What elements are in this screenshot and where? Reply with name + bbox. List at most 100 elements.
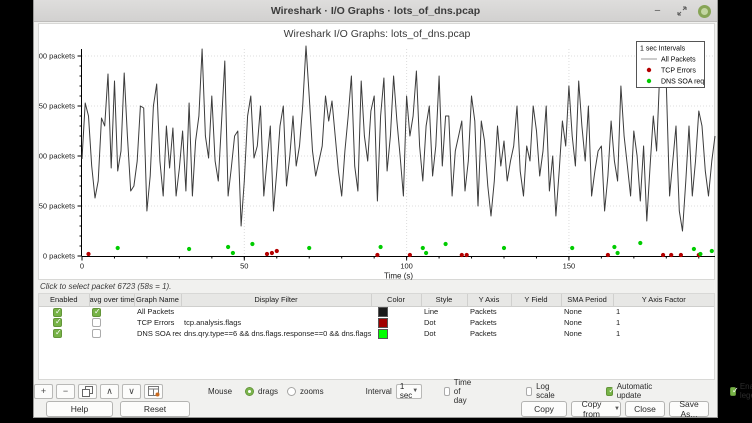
copy-button[interactable]: Copy (521, 401, 567, 417)
column-header-avg-over-time: avg over time (89, 294, 134, 306)
dialog-button-row: Help Reset Copy Copy from▼ Close Save As… (34, 400, 717, 418)
color-cell[interactable] (371, 306, 421, 317)
svg-text:50: 50 (240, 262, 248, 271)
interval-select[interactable]: 1 sec ▼ (396, 384, 422, 399)
interval-label: Interval (366, 387, 392, 396)
graph-name-cell[interactable]: DNS SOA req (134, 328, 181, 339)
series-all-packets (82, 46, 715, 231)
series-tcp-errors (86, 249, 701, 257)
y-axis-factor-cell[interactable]: 1 (613, 306, 714, 317)
y-axis-factor-cell[interactable]: 1 (613, 328, 714, 339)
avg-over-time-cell[interactable] (89, 317, 134, 328)
y-axis-cell[interactable]: Packets (467, 317, 511, 328)
color-cell[interactable] (371, 317, 421, 328)
chevron-down-icon: ▼ (412, 388, 418, 394)
color-swatch[interactable] (378, 318, 388, 328)
mouse-radio-drags[interactable]: drags (245, 387, 278, 396)
svg-text:100: 100 (400, 262, 413, 271)
add-graph-button[interactable]: + (34, 384, 53, 399)
mouse-options: drags zooms (236, 387, 324, 396)
mouse-radio-zooms[interactable]: zooms (287, 387, 324, 396)
enabled-cell[interactable] (39, 328, 89, 339)
window-title: Wireshark · I/O Graphs · lots_of_dns.pca… (271, 5, 480, 17)
avg-over-time-checkbox[interactable] (92, 329, 101, 338)
graph-row[interactable]: DNS SOA reqdns.qry.type==6 && dns.flags.… (39, 328, 714, 339)
svg-text:0 packets: 0 packets (43, 252, 75, 261)
checkbox-log-scale[interactable]: Log scale (526, 382, 558, 400)
svg-text:200 packets: 200 packets (39, 52, 75, 61)
column-header-color: Color (371, 294, 421, 306)
maximize-icon[interactable] (674, 4, 689, 19)
enabled-checkbox[interactable] (53, 308, 62, 317)
reset-button[interactable]: Reset (120, 401, 190, 417)
avg-over-time-cell[interactable] (89, 328, 134, 339)
avg-over-time-checkbox[interactable] (92, 318, 101, 327)
y-field-cell[interactable] (511, 306, 561, 317)
enabled-cell[interactable] (39, 306, 89, 317)
series-dns-soa-req (116, 241, 714, 256)
enabled-checkbox[interactable] (53, 329, 62, 338)
graph-name-cell[interactable]: TCP Errors (134, 317, 181, 328)
graph-row[interactable]: TCP Errorstcp.analysis.flags DotPackets No… (39, 317, 714, 328)
close-button[interactable]: Close (625, 401, 665, 417)
enabled-cell[interactable] (39, 317, 89, 328)
title-bar[interactable]: Wireshark · I/O Graphs · lots_of_dns.pca… (34, 0, 717, 22)
column-header-style: Style (421, 294, 467, 306)
mouse-label: Mouse (208, 387, 232, 396)
legend-title: 1 sec Intervals (640, 46, 686, 53)
graphs-table: Enabledavg over timeGraph NameDisplay Fi… (38, 293, 715, 380)
style-cell[interactable]: Dot (421, 328, 467, 339)
sma-period-cell[interactable]: None (561, 328, 613, 339)
display-filter-cell[interactable]: tcp.analysis.flags (181, 317, 371, 328)
svg-text:100 packets: 100 packets (39, 152, 75, 161)
color-swatch[interactable] (378, 307, 388, 317)
sma-period-cell[interactable]: None (561, 317, 613, 328)
display-filter-cell[interactable]: dns.qry.type==6 && dns.flags.response==0… (181, 328, 371, 339)
graph-row[interactable]: All Packets LinePackets None1 (39, 306, 714, 317)
column-header-sma-period: SMA Period (561, 294, 613, 306)
move-down-button[interactable]: ∨ (122, 384, 141, 399)
checkbox-enable-legend[interactable]: Enable legend (730, 382, 752, 400)
plot-hint-text: Click to select packet 6723 (58s = 1). (40, 282, 171, 291)
checkbox-automatic-update[interactable]: Automatic update (606, 382, 655, 400)
svg-text:All Packets: All Packets (661, 57, 696, 64)
svg-text:50 packets: 50 packets (39, 202, 75, 211)
color-swatch[interactable] (378, 329, 388, 339)
display-filter-cell[interactable] (181, 306, 371, 317)
y-field-cell[interactable] (511, 328, 561, 339)
style-cell[interactable]: Line (421, 306, 467, 317)
column-header-graph-name: Graph Name (134, 294, 181, 306)
close-icon[interactable] (698, 5, 711, 18)
y-field-cell[interactable] (511, 317, 561, 328)
graph-toolbar: +−∧∨ Mouse dragszooms Interval 1 sec ▼ T… (34, 382, 717, 400)
io-graph-svg[interactable]: Wireshark I/O Graphs: lots_of_dns.pcap0 … (39, 24, 716, 281)
graph-name-cell[interactable]: All Packets (134, 306, 181, 317)
y-axis-factor-cell[interactable]: 1 (613, 317, 714, 328)
column-header-enabled: Enabled (39, 294, 89, 306)
checkbox-icon (444, 387, 450, 396)
radio-icon (287, 387, 296, 396)
help-button[interactable]: Help (46, 401, 113, 417)
clear-graphs-button[interactable] (144, 384, 163, 399)
enabled-checkbox[interactable] (53, 318, 62, 327)
avg-over-time-checkbox[interactable] (92, 308, 101, 317)
plot-legend: 1 sec IntervalsAll PacketsTCP ErrorsDNS … (637, 42, 705, 88)
y-axis-cell[interactable]: Packets (467, 306, 511, 317)
svg-text:0: 0 (80, 262, 84, 271)
minimize-icon[interactable]: − (650, 4, 665, 19)
sma-period-cell[interactable]: None (561, 306, 613, 317)
table-header-row: Enabledavg over timeGraph NameDisplay Fi… (39, 294, 714, 306)
chevron-down-icon: ▼ (614, 406, 620, 412)
svg-text:150: 150 (563, 262, 576, 271)
duplicate-graph-button[interactable] (78, 384, 97, 399)
y-axis-cell[interactable]: Packets (467, 328, 511, 339)
save-as-button[interactable]: Save As... (669, 401, 709, 417)
avg-over-time-cell[interactable] (89, 306, 134, 317)
column-header-y-field: Y Field (511, 294, 561, 306)
remove-graph-button[interactable]: − (56, 384, 75, 399)
move-up-button[interactable]: ∧ (100, 384, 119, 399)
color-cell[interactable] (371, 328, 421, 339)
style-cell[interactable]: Dot (421, 317, 467, 328)
copy-from-button[interactable]: Copy from▼ (571, 401, 621, 417)
io-graph-plot[interactable]: Wireshark I/O Graphs: lots_of_dns.pcap0 … (38, 23, 715, 280)
